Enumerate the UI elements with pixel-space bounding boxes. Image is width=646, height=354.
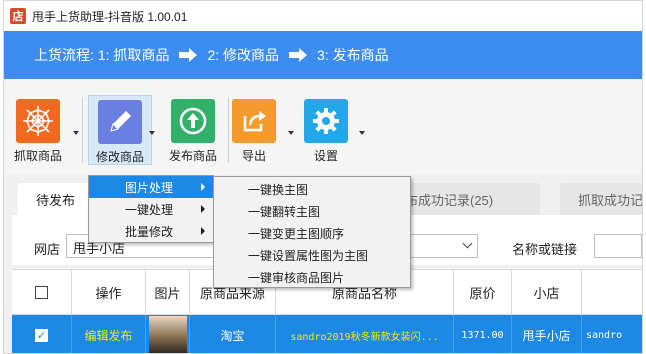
product-image-cell xyxy=(146,315,190,353)
row-checkbox[interactable]: ✓ xyxy=(35,328,48,342)
menu-item-image-processing[interactable]: 图片处理 xyxy=(89,176,213,198)
edit-publish-link[interactable]: 编辑发布 xyxy=(72,315,146,353)
extra-cell: sandro xyxy=(586,329,623,341)
upload-circle-icon xyxy=(171,99,215,143)
flow-step-3: 3: 发布商品 xyxy=(317,47,389,63)
menu-item-label: 批量修改 xyxy=(125,224,174,239)
menu-item-label: 一键处理 xyxy=(125,202,174,217)
keyword-label: 名称或链接 xyxy=(512,242,578,257)
menu-item-label: 图片处理 xyxy=(125,180,174,195)
source-cell: 淘宝 xyxy=(190,315,276,353)
menu-item-batch-edit[interactable]: 批量修改 xyxy=(89,220,213,242)
image-processing-submenu: 一键换主图 一键翻转主图 一键变更主图顺序 一键设置属性图为主图 一键审核商品图… xyxy=(213,176,411,288)
chevron-down-icon xyxy=(462,238,473,249)
select-all-checkbox[interactable] xyxy=(35,285,48,299)
name-cell[interactable]: sandro2019秋冬新款女装闪... xyxy=(276,315,454,353)
shop-select-value: 甩手小店 xyxy=(73,241,126,256)
spider-web-icon xyxy=(16,99,60,143)
toolbar-button-publish[interactable]: 发布商品 xyxy=(161,95,225,165)
submenu-item-flip-main-image[interactable]: 一键翻转主图 xyxy=(214,200,410,222)
submenu-item-review-images[interactable]: 一键审核商品图片 xyxy=(214,266,410,288)
submenu-item-attr-image-as-main[interactable]: 一键设置属性图为主图 xyxy=(214,244,410,266)
toolbar-button-crawl[interactable]: 抓取商品 xyxy=(6,95,70,165)
product-thumbnail xyxy=(148,316,187,353)
flow-step-1: 1: 抓取商品 xyxy=(97,47,170,63)
window-title: 甩手上货助理-抖音版 1.00.01 xyxy=(32,9,188,24)
submenu-arrow-icon xyxy=(201,205,205,213)
settings-dropdown-caret-icon[interactable] xyxy=(359,131,365,135)
menu-item-one-click[interactable]: 一键处理 xyxy=(89,198,213,220)
arrow-right-icon xyxy=(289,48,308,62)
title-bar: 店 甩手上货助理-抖音版 1.00.01 xyxy=(4,1,642,31)
toolbar-label-publish: 发布商品 xyxy=(168,149,217,163)
crawl-dropdown-caret-icon[interactable] xyxy=(73,131,79,135)
flow-label: 上货流程: xyxy=(34,47,94,63)
main-toolbar: 抓取商品 修改商品 发布商品 导出 设置 xyxy=(4,79,642,175)
submenu-arrow-icon xyxy=(201,227,205,235)
toolbar-label-edit: 修改商品 xyxy=(95,150,144,164)
toolbar-label-export: 导出 xyxy=(241,149,266,163)
toolbar-label-crawl: 抓取商品 xyxy=(13,149,62,163)
submenu-arrow-icon xyxy=(201,183,205,191)
header-shop: 小店 xyxy=(512,270,582,314)
toolbar-label-settings: 设置 xyxy=(313,149,338,163)
toolbar-button-edit[interactable]: 修改商品 xyxy=(88,95,152,165)
toolbar-button-export[interactable]: 导出 xyxy=(222,95,286,165)
shop-cell: 甩手小店 xyxy=(512,315,582,353)
tab-crawl-success[interactable]: 抓取成功记 xyxy=(560,183,643,215)
app-window: 店 甩手上货助理-抖音版 1.00.01 上货流程: 1: 抓取商品 2: 修改… xyxy=(3,0,643,354)
header-image: 图片 xyxy=(146,270,190,314)
row-select-cell[interactable]: ✓ xyxy=(12,315,72,353)
app-logo-icon: 店 xyxy=(10,8,26,24)
toolbar-separator xyxy=(82,97,83,163)
tab-crawl-success-label: 抓取成功记 xyxy=(578,192,643,208)
export-share-icon xyxy=(232,99,276,143)
arrow-right-icon xyxy=(179,48,198,62)
header-action: 操作 xyxy=(72,270,146,314)
edit-dropdown-menu: 图片处理 一键处理 批量修改 xyxy=(88,175,214,243)
price-cell: 1371.00 xyxy=(454,315,512,353)
tab-pending-label: 待发布 xyxy=(36,192,76,208)
workflow-banner: 上货流程: 1: 抓取商品 2: 修改商品 3: 发布商品 xyxy=(4,31,642,79)
header-extra xyxy=(582,270,642,314)
submenu-item-reorder-main-images[interactable]: 一键变更主图顺序 xyxy=(214,222,410,244)
header-select-all[interactable] xyxy=(12,270,72,314)
shop-label: 网店 xyxy=(34,242,61,257)
header-price: 原价 xyxy=(454,270,512,314)
gear-icon xyxy=(304,99,348,143)
submenu-item-replace-main-image[interactable]: 一键换主图 xyxy=(214,178,410,200)
pencil-icon xyxy=(98,100,142,144)
toolbar-button-settings[interactable]: 设置 xyxy=(294,95,358,165)
table-row[interactable]: ✓ 编辑发布 淘宝 sandro2019秋冬新款女装闪... 1371.00 甩… xyxy=(12,315,642,353)
edit-dropdown-caret-icon[interactable] xyxy=(149,131,155,135)
flow-step-2: 2: 修改商品 xyxy=(207,47,280,63)
keyword-input[interactable] xyxy=(594,234,642,258)
